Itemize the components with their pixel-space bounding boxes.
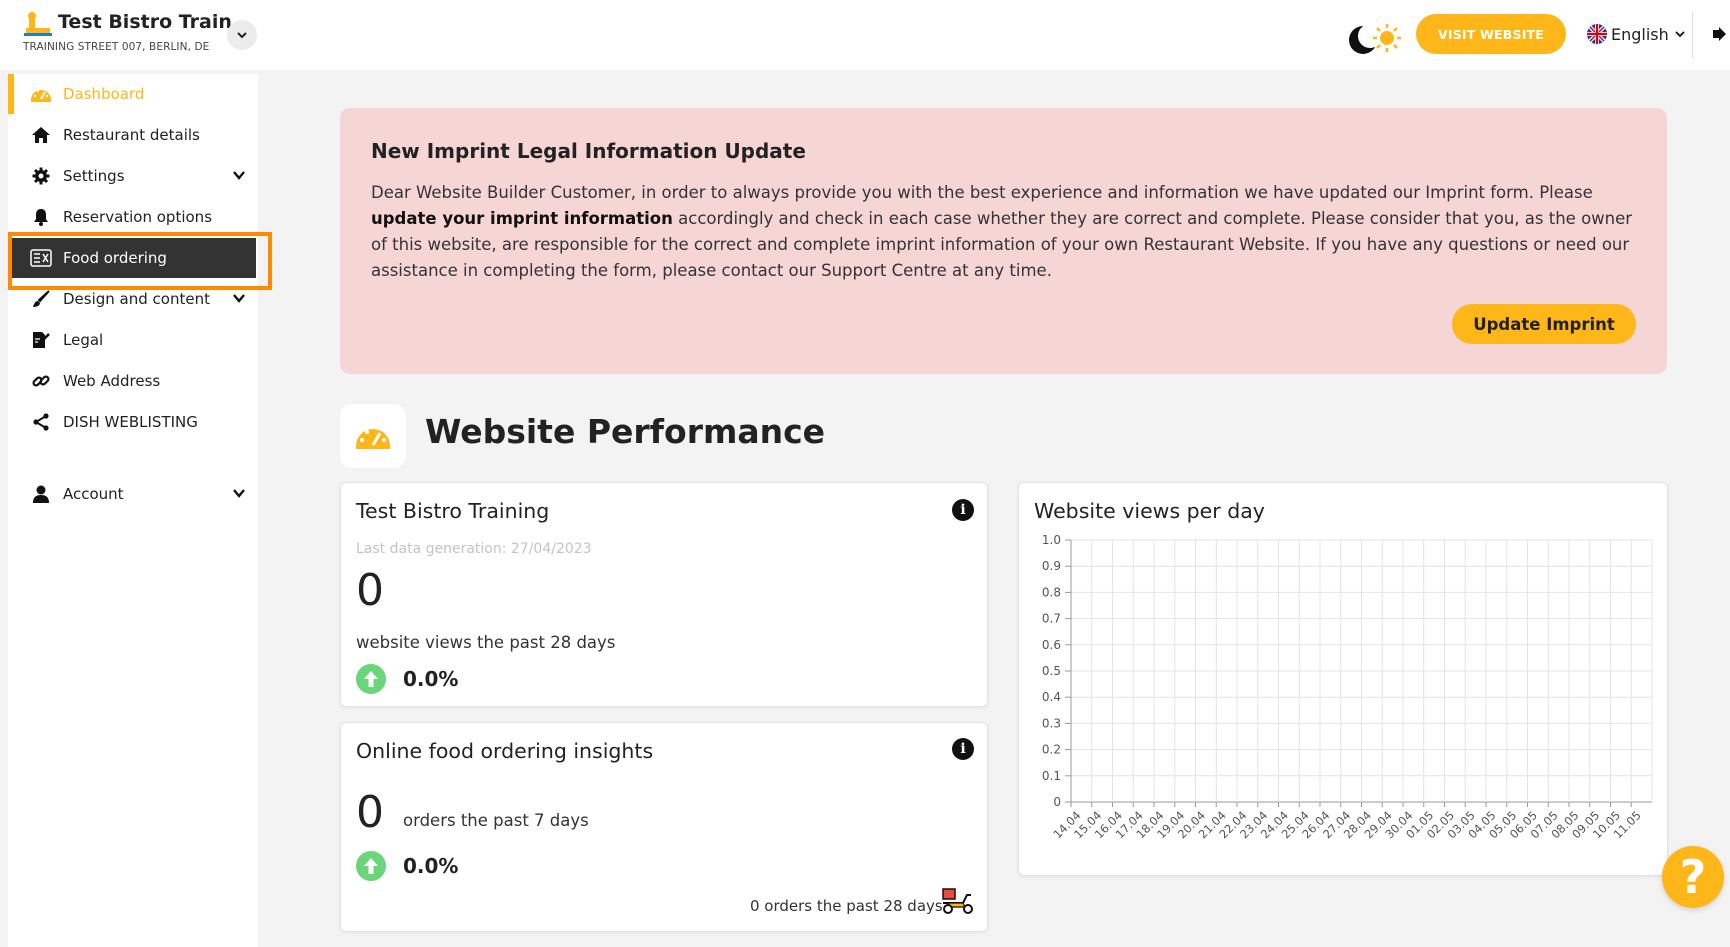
y-tick-label: 0	[1053, 795, 1061, 809]
sidebar-item-label: Food ordering	[63, 249, 167, 267]
y-tick-label: 1.0	[1042, 533, 1061, 547]
card-title: Test Bistro Training	[356, 499, 550, 523]
views-change: 0.0%	[403, 667, 459, 691]
orders-label: orders the past 7 days	[403, 811, 589, 830]
views-label: website views the past 28 days	[356, 633, 616, 652]
restaurant-switch-button[interactable]	[227, 20, 257, 50]
imprint-update-alert: New Imprint Legal Information Update Dea…	[340, 108, 1667, 374]
views-per-day-chart: 00.10.20.30.40.50.60.70.80.91.014.0415.0…	[1042, 533, 1653, 841]
uk-flag-icon	[1587, 24, 1607, 44]
y-tick-label: 0.8	[1042, 585, 1061, 599]
sidebar-item-dish-weblisting[interactable]: DISH WEBLISTING	[8, 402, 258, 442]
help-button[interactable]: ?	[1662, 846, 1724, 908]
restaurant-name: Test Bistro Train...	[58, 11, 254, 33]
sidebar-item-label: Legal	[63, 331, 104, 349]
info-icon[interactable]: i	[952, 499, 974, 521]
sidebar-item-food-ordering[interactable]: Food ordering	[12, 238, 256, 278]
arrow-up-icon	[356, 664, 386, 694]
share-icon	[30, 411, 52, 433]
gear-icon	[30, 165, 52, 187]
header-divider	[1692, 12, 1693, 58]
y-tick-label: 0.6	[1042, 638, 1061, 652]
link-icon	[30, 370, 52, 392]
sidebar-item-label: Web Address	[63, 372, 161, 390]
card-title: Online food ordering insights	[356, 739, 654, 763]
info-icon[interactable]: i	[952, 738, 974, 760]
y-tick-label: 0.2	[1042, 743, 1061, 757]
chef-hat-logo-icon	[24, 12, 52, 36]
section-title: Website Performance	[425, 412, 826, 451]
food-ordering-insights-card: Online food ordering insights i 0 orders…	[340, 722, 988, 932]
sidebar-item-restaurant-details[interactable]: Restaurant details	[8, 115, 258, 155]
y-tick-label: 0.1	[1042, 769, 1061, 783]
performance-gauge-icon	[340, 404, 406, 468]
website-views-card: Test Bistro Training i Last data generat…	[340, 482, 988, 707]
top-bar: Test Bistro Train... TRAINING STREET 007…	[0, 0, 1730, 70]
alert-body-text: Dear Website Builder Customer, in order …	[371, 183, 1593, 202]
language-selector[interactable]: English	[1587, 22, 1685, 46]
sidebar-item-label: Account	[63, 485, 124, 503]
views-count: 0	[356, 565, 384, 616]
restaurant-address: TRAINING STREET 007, BERLIN, DE	[23, 41, 210, 53]
delivery-scooter-icon	[942, 888, 973, 914]
website-views-chart-card: Website views per day 0 0.1 0.2 0.3 0.4 0.5 0.…	[1018, 482, 1668, 876]
sidebar-item-design-and-content[interactable]: Design and content	[8, 279, 258, 319]
gauge-icon	[30, 83, 52, 105]
sidebar-item-settings[interactable]: Settings	[8, 156, 258, 196]
y-tick-label: 0.7	[1042, 612, 1061, 626]
orders-change: 0.0%	[403, 854, 459, 878]
y-tick-label: 0.3	[1042, 716, 1061, 730]
y-tick-label: 0.4	[1042, 690, 1061, 704]
sidebar-item-label: Restaurant details	[63, 126, 200, 144]
chevron-down-icon	[233, 294, 245, 303]
language-label: English	[1611, 24, 1669, 44]
sidebar: Dashboard Restaurant details Settings Re…	[8, 74, 258, 947]
food-ordering-icon	[30, 247, 52, 269]
orders-count: 0	[356, 787, 384, 838]
y-tick-label: 0.9	[1042, 559, 1061, 573]
y-tick-label: 0.5	[1042, 664, 1061, 678]
logout-icon[interactable]	[1712, 26, 1728, 42]
sidebar-item-dashboard[interactable]: Dashboard	[8, 74, 258, 114]
brush-icon	[30, 288, 52, 310]
orders-28-days: 0 orders the past 28 days	[750, 897, 943, 915]
alert-body-bold: update your imprint information	[371, 209, 673, 228]
chevron-down-icon	[233, 171, 245, 180]
sidebar-item-legal[interactable]: Legal	[8, 320, 258, 360]
signature-icon	[30, 329, 52, 351]
last-generation-text: Last data generation: 27/04/2023	[356, 541, 592, 557]
sidebar-item-account[interactable]: Account	[8, 474, 258, 514]
chevron-down-icon	[1675, 31, 1685, 38]
update-imprint-button[interactable]: Update Imprint	[1452, 304, 1636, 344]
chevron-down-icon	[237, 32, 247, 39]
arrow-up-icon	[356, 851, 386, 881]
sidebar-item-label: Settings	[63, 167, 125, 185]
user-icon	[30, 483, 52, 505]
sidebar-item-label: Dashboard	[63, 85, 145, 103]
chevron-down-icon	[233, 489, 245, 498]
alert-title: New Imprint Legal Information Update	[371, 139, 806, 163]
sidebar-item-reservation-options[interactable]: Reservation options	[8, 197, 258, 237]
sidebar-item-web-address[interactable]: Web Address	[8, 361, 258, 401]
sidebar-item-label: DISH WEBLISTING	[63, 413, 198, 431]
sidebar-item-label: Design and content	[63, 290, 210, 308]
home-icon	[30, 124, 52, 146]
bell-icon	[30, 206, 52, 228]
alert-body: Dear Website Builder Customer, in order …	[371, 180, 1641, 284]
theme-toggle[interactable]	[1345, 18, 1407, 56]
sidebar-item-label: Reservation options	[63, 208, 213, 226]
visit-website-button[interactable]: VISIT WEBSITE	[1416, 14, 1566, 54]
